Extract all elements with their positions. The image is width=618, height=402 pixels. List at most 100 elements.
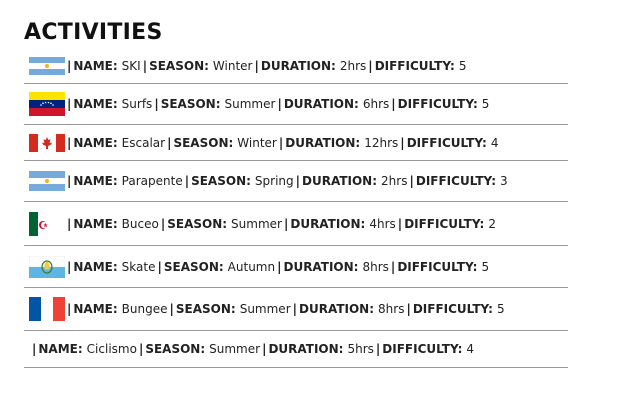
separator: | (375, 342, 381, 356)
activity-name: Buceo (121, 216, 159, 231)
activity-season: Summer (231, 216, 282, 231)
season-label: SEASON: (173, 135, 234, 150)
list-item: | NAME: Escalar | SEASON: Winter | DURAT… (24, 125, 568, 161)
separator: | (32, 342, 37, 356)
season-label: SEASON: (145, 342, 206, 356)
list-item: | NAME: Surfs | SEASON: Summer | DURATIO… (24, 84, 568, 125)
activity-name: Ciclismo (86, 342, 137, 356)
difficulty-label: DIFFICULTY: (412, 302, 493, 316)
season-label: SEASON: (160, 97, 221, 111)
season-label: SEASON: (167, 216, 228, 231)
list-item: | NAME: Bungee | SEASON: Summer | DURATI… (24, 288, 568, 331)
separator: | (67, 216, 72, 231)
activity-name: Skate (121, 259, 156, 274)
flag-algeria-icon (29, 211, 65, 236)
activity-season: Winter (237, 135, 277, 150)
activities-panel: ACTIVITIES | NAME: SKI | SEASON: Winter … (24, 20, 568, 368)
season-label: SEASON: (149, 59, 209, 73)
season-label: SEASON: (163, 259, 224, 274)
page-title: ACTIVITIES (24, 20, 163, 45)
flag-argentina-icon (29, 57, 65, 75)
separator: | (409, 174, 414, 188)
list-item: | NAME: Skate | SEASON: Autumn | DURATIO… (24, 246, 568, 288)
name-label: NAME: (73, 59, 118, 73)
difficulty-label: DIFFICULTY: (382, 342, 463, 356)
activity-duration: 8hrs (362, 259, 389, 274)
separator: | (142, 59, 148, 73)
difficulty-label: DIFFICULTY: (397, 259, 478, 274)
separator: | (277, 259, 282, 274)
separator: | (169, 302, 174, 316)
activity-name: Bungee (121, 302, 168, 316)
activity-name: Escalar (121, 135, 166, 150)
name-label: NAME: (73, 259, 118, 274)
separator: | (283, 216, 289, 231)
duration-label: DURATION: (290, 216, 366, 231)
separator: | (67, 302, 72, 316)
list-item: | NAME: Ciclismo | SEASON: Summer | DURA… (24, 331, 568, 368)
duration-label: DURATION: (299, 302, 375, 316)
list-item: | NAME: SKI | SEASON: Winter | DURATION:… (24, 49, 568, 84)
activity-difficulty: 3 (500, 174, 508, 188)
duration-label: DURATION: (283, 97, 359, 111)
activity-season: Autumn (227, 259, 276, 274)
separator: | (390, 259, 396, 274)
activity-duration: 5hrs (347, 342, 374, 356)
separator: | (278, 135, 284, 150)
separator: | (154, 97, 159, 111)
name-label: NAME: (38, 342, 83, 356)
activity-season: Summer (209, 342, 261, 356)
activity-name: SKI (121, 59, 141, 73)
activity-duration: 4hrs (369, 216, 396, 231)
duration-label: DURATION: (302, 174, 378, 188)
activity-difficulty: 4 (466, 342, 475, 356)
separator: | (295, 174, 301, 188)
activity-difficulty: 2 (488, 216, 496, 231)
activity-season: Summer (224, 97, 276, 111)
flag-argentina-icon (29, 171, 65, 191)
name-label: NAME: (73, 174, 118, 188)
list-item: | NAME: Parapente | SEASON: Spring | DUR… (24, 161, 568, 202)
separator: | (67, 174, 72, 188)
list-item: | NAME: Buceo | SEASON: Summer | DURATIO… (24, 202, 568, 246)
activity-difficulty: 5 (481, 259, 490, 274)
separator: | (397, 216, 403, 231)
activity-list: | NAME: SKI | SEASON: Winter | DURATION:… (24, 49, 568, 368)
flag-canada-icon (29, 133, 65, 152)
activity-duration: 2hrs (381, 174, 408, 188)
difficulty-label: DIFFICULTY: (397, 97, 478, 111)
separator: | (67, 97, 72, 111)
separator: | (368, 59, 373, 73)
activity-duration: 2hrs (339, 59, 367, 73)
separator: | (406, 302, 411, 316)
separator: | (184, 174, 190, 188)
activity-difficulty: 4 (490, 135, 499, 150)
duration-label: DURATION: (283, 259, 359, 274)
name-label: NAME: (73, 302, 118, 316)
activity-duration: 12hrs (364, 135, 399, 150)
season-label: SEASON: (191, 174, 251, 188)
separator: | (167, 135, 172, 150)
separator: | (138, 342, 144, 356)
activity-difficulty: 5 (458, 59, 467, 73)
separator: | (67, 259, 72, 274)
difficulty-label: DIFFICULTY: (374, 59, 455, 73)
difficulty-label: DIFFICULTY: (406, 135, 487, 150)
separator: | (400, 135, 405, 150)
separator: | (391, 97, 396, 111)
separator: | (262, 342, 267, 356)
activity-difficulty: 5 (481, 97, 490, 111)
activity-difficulty: 5 (496, 302, 505, 316)
duration-label: DURATION: (268, 342, 344, 356)
separator: | (67, 135, 72, 150)
difficulty-label: DIFFICULTY: (404, 216, 485, 231)
separator: | (67, 59, 72, 73)
activity-season: Winter (212, 59, 253, 73)
activity-season: Spring (254, 174, 294, 188)
difficulty-label: DIFFICULTY: (415, 174, 496, 188)
flag-venezuela-icon (29, 92, 65, 116)
name-label: NAME: (73, 135, 118, 150)
activity-duration: 8hrs (378, 302, 405, 316)
separator: | (292, 302, 298, 316)
duration-label: DURATION: (260, 59, 336, 73)
